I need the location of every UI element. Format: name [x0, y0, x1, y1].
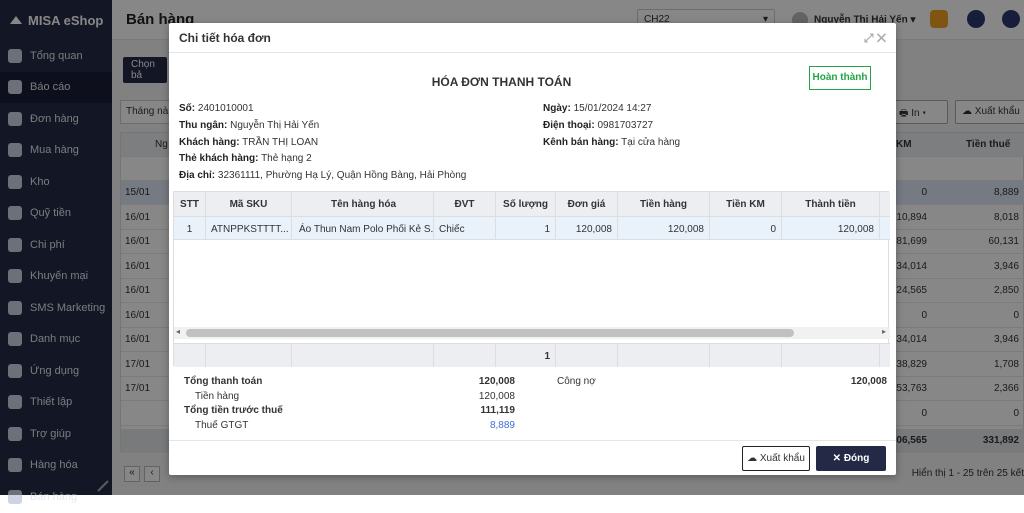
close-icon[interactable]: ✕ — [877, 31, 886, 45]
invoice-number-value: 2401010001 — [197, 103, 254, 114]
grid-header-cell: Thành tiền — [782, 192, 880, 216]
customer: Khách hàng: TRẦN THỊ LOAN — [179, 137, 318, 148]
debt-value: 120,008 — [850, 376, 887, 387]
grid-footer-cell — [434, 344, 496, 367]
expand-icon[interactable]: ⤢ — [864, 31, 874, 45]
invoice-items-grid: STT Mã SKU Tên hàng hóa ĐVT Số lượng Đơn giá T… — [173, 191, 890, 367]
grid-header-cell: Tên hàng hóa — [294, 192, 434, 216]
cashier-value: Nguyễn Thị Hải Yến — [230, 120, 320, 131]
grid-header-cell: Số lượng — [496, 192, 556, 216]
status-badge: Hoàn thành — [809, 66, 871, 90]
scroll-left-icon[interactable]: ◂ — [176, 327, 180, 336]
invoice-number: Số: 2401010001 — [179, 103, 254, 114]
sales-channel: Kênh bán hàng: Tại cửa hàng — [543, 137, 680, 148]
modal-header: Chi tiết hóa đơn ⤢ ✕ — [169, 23, 896, 53]
scrollbar-thumb[interactable] — [186, 329, 794, 337]
phone: Điện thoại: 0981703727 — [543, 120, 653, 131]
grid-footer-cell: 1 — [496, 344, 556, 367]
debt-label: Công nợ — [557, 376, 596, 387]
customer-label: Khách hàng: — [179, 137, 240, 148]
grid-footer: 1 — [174, 343, 890, 367]
horizontal-scrollbar[interactable]: ◂ ▸ — [174, 327, 890, 339]
sales-channel-label: Kênh bán hàng: — [543, 137, 619, 148]
close-button[interactable]: ✕ Đóng — [816, 446, 886, 471]
close-x-icon: ✕ — [832, 453, 844, 464]
pre-tax-value: 111,119 — [480, 405, 516, 416]
grid-header-cell: ĐVT — [434, 192, 496, 216]
grid-header: STT Mã SKU Tên hàng hóa ĐVT Số lượng Đơn giá T… — [174, 192, 890, 217]
table-row[interactable]: 1 ATNPPKSTTTT... Áo Thun Nam Polo Phối Kẻ … — [174, 217, 890, 240]
grid-header-cell: Đơn giá — [556, 192, 618, 216]
grid-cell: 120,008 — [618, 217, 710, 239]
grid-footer-cell — [782, 344, 880, 367]
grid-cell: Áo Thun Nam Polo Phối Kẻ S... — [294, 217, 434, 239]
close-label: Đóng — [843, 453, 870, 464]
grid-cell: Chiếc — [434, 217, 496, 239]
scroll-right-icon[interactable]: ▸ — [882, 327, 886, 336]
grid-cell: 120,008 — [556, 217, 618, 239]
grid-header-cell: STT — [174, 192, 206, 216]
export-button[interactable]: ☁ Xuất khẩu — [742, 446, 810, 471]
grid-cell: 1 — [496, 217, 556, 239]
vat-label: Thuế GTGT — [195, 420, 249, 431]
grid-header-cell: Tiền hàng — [618, 192, 710, 216]
invoice-detail-modal: Chi tiết hóa đơn ⤢ ✕ HÓA ĐƠN THANH TOÁN … — [169, 23, 896, 475]
invoice-date: Ngày: 15/01/2024 14:27 — [543, 103, 651, 114]
customer-card-label: Thẻ khách hàng: — [179, 153, 259, 164]
grid-cell: ATNPPKSTTTT... — [206, 217, 292, 239]
grid-footer-cell — [294, 344, 434, 367]
grid-header-cell: Mã SKU — [206, 192, 292, 216]
customer-card: Thẻ khách hàng: Thẻ hạng 2 — [179, 153, 312, 164]
cloud-upload-icon: ☁ — [747, 453, 760, 464]
total-payment-label: Tổng thanh toán — [184, 376, 263, 387]
pre-tax-label: Tổng tiền trước thuế — [184, 405, 283, 416]
grid-footer-cell — [618, 344, 710, 367]
grid-header-cell: Tiền KM — [710, 192, 782, 216]
export-label: Xuất khẩu — [759, 453, 805, 464]
goods-amount-label: Tiền hàng — [195, 391, 240, 402]
goods-amount-value: 120,008 — [478, 391, 515, 402]
address-value: 32361111, Phường Hạ Lý, Quận Hồng Bàng, … — [217, 170, 467, 181]
grid-footer-cell — [174, 344, 206, 367]
grid-footer-cell — [556, 344, 618, 367]
phone-label: Điện thoại: — [543, 120, 595, 131]
customer-card-value: Thẻ hạng 2 — [261, 153, 312, 164]
grid-cell: 120,008 — [782, 217, 880, 239]
grid-footer-cell — [710, 344, 782, 367]
invoice-date-label: Ngày: — [543, 103, 571, 114]
cashier: Thu ngân: Nguyễn Thị Hải Yến — [179, 120, 319, 131]
sales-channel-value: Tại cửa hàng — [621, 137, 681, 148]
invoice-number-label: Số: — [179, 103, 196, 114]
vat-value: 8,889 — [489, 420, 515, 431]
address-label: Địa chỉ: — [179, 170, 216, 181]
customer-value: TRẦN THỊ LOAN — [242, 137, 319, 148]
modal-footer-divider — [169, 440, 896, 441]
cashier-label: Thu ngân: — [179, 120, 228, 131]
grid-cell: 1 — [174, 217, 206, 239]
invoice-title: HÓA ĐƠN THANH TOÁN — [431, 75, 572, 89]
grid-cell: 0 — [710, 217, 782, 239]
grid-footer-cell — [206, 344, 292, 367]
modal-title: Chi tiết hóa đơn — [179, 30, 271, 45]
phone-value: 0981703727 — [597, 120, 654, 131]
invoice-date-value: 15/01/2024 14:27 — [573, 103, 652, 114]
address: Địa chỉ: 32361111, Phường Hạ Lý, Quận Hồ… — [179, 170, 466, 181]
total-payment-value: 120,008 — [478, 376, 515, 387]
